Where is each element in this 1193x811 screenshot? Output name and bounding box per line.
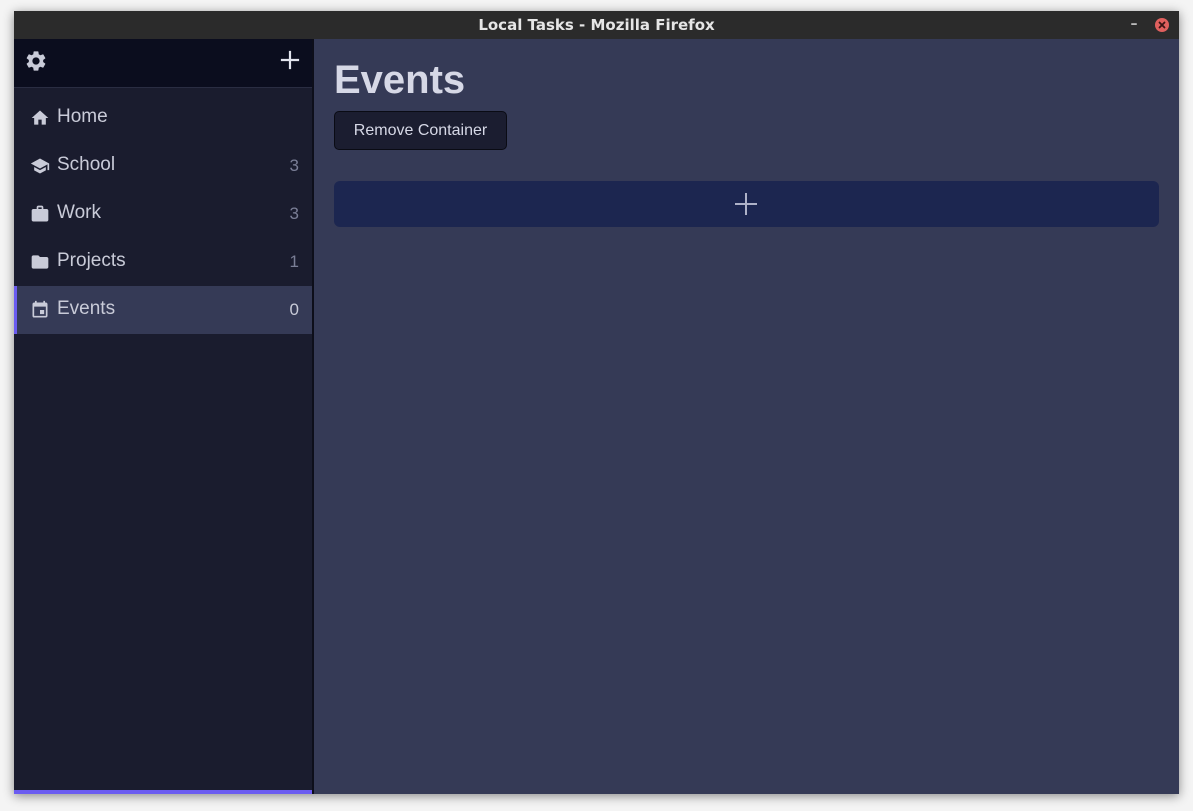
browser-window: Local Tasks - Mozilla Firefox – Home Sch… [14, 11, 1179, 794]
home-icon [31, 110, 49, 125]
sidebar-bottom-accent [14, 790, 312, 794]
window-title: Local Tasks - Mozilla Firefox [478, 16, 715, 34]
plus-icon[interactable] [280, 50, 300, 70]
sidebar-item-label: Projects [57, 250, 126, 271]
page-title: Events [334, 58, 466, 102]
window-titlebar: Local Tasks - Mozilla Firefox – [14, 11, 1179, 39]
sidebar-item-projects[interactable]: Projects 1 [14, 238, 312, 286]
folder-icon [31, 255, 49, 269]
sidebar-item-count: 1 [289, 252, 299, 271]
sidebar-item-count: 3 [289, 204, 299, 223]
minimize-button[interactable]: – [1127, 11, 1141, 39]
close-button[interactable] [1155, 18, 1169, 32]
sidebar-item-label: Home [57, 106, 108, 127]
sidebar-item-label: School [57, 154, 116, 175]
graduation-cap-icon [30, 158, 50, 174]
close-icon [1158, 21, 1166, 29]
plus-icon [735, 193, 757, 215]
sidebar-item-events[interactable]: Events 0 [14, 286, 312, 334]
sidebar-item-count: 3 [289, 156, 299, 175]
sidebar-item-work[interactable]: Work 3 [14, 190, 312, 238]
sidebar-item-label: Events [57, 298, 116, 319]
sidebar-item-label: Work [57, 202, 101, 223]
main-content: Events Remove Container [314, 39, 1179, 794]
remove-container-button[interactable]: Remove Container [334, 111, 507, 150]
sidebar-header [14, 39, 312, 88]
gear-icon[interactable] [24, 49, 48, 73]
sidebar-item-count: 0 [289, 300, 299, 319]
add-task-button[interactable] [334, 181, 1159, 227]
sidebar-item-home[interactable]: Home [14, 94, 312, 142]
sidebar-nav: Home School 3 Work 3 Projects 1 Events 0 [14, 94, 312, 334]
sidebar-item-school[interactable]: School 3 [14, 142, 312, 190]
calendar-icon [32, 300, 48, 318]
sidebar: Home School 3 Work 3 Projects 1 Events 0 [14, 39, 312, 794]
briefcase-icon [31, 205, 49, 222]
